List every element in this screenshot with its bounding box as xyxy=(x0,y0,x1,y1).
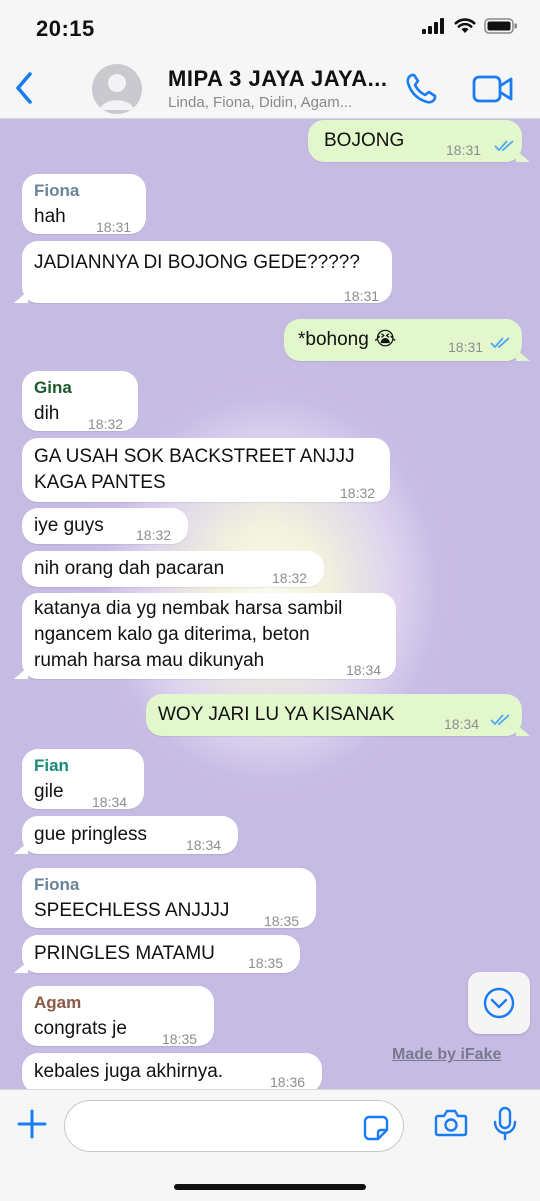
chat-header: MIPA 3 JAYA JAYA... Linda, Fiona, Didin,… xyxy=(0,58,540,119)
message-text-line: rumah harsa mau dikunyah xyxy=(34,650,265,671)
message-time: 18:32 xyxy=(272,570,308,586)
bubble-tail xyxy=(516,150,530,162)
message-time: 18:32 xyxy=(340,485,376,501)
message-incoming[interactable]: GA USAH SOK BACKSTREET ANJJJ KAGA PANTES… xyxy=(22,438,390,502)
message-incoming[interactable]: PRINGLES MATAMU 18:35 xyxy=(14,935,300,973)
message-time: 18:35 xyxy=(162,1031,198,1047)
message-outgoing[interactable]: BOJONG 18:31 xyxy=(308,120,530,162)
message-text: iye guys xyxy=(34,515,104,536)
system-icons xyxy=(422,18,518,34)
status-bar: 20:15 xyxy=(0,0,540,58)
sender-name: Fiona xyxy=(34,181,80,200)
message-time: 18:34 xyxy=(346,662,382,678)
message-text: *bohong 😭 xyxy=(298,329,397,350)
message-time: 18:32 xyxy=(136,527,172,543)
message-text-line: KAGA PANTES xyxy=(34,472,166,493)
message-incoming[interactable]: iye guys 18:32 xyxy=(22,508,188,544)
message-incoming[interactable]: Fian gile 18:34 xyxy=(22,749,144,810)
watermark: Made by iFake xyxy=(392,1046,502,1063)
message-text-line: katanya dia yg nembak harsa sambil xyxy=(34,598,343,619)
sender-name: Fiona xyxy=(34,875,80,894)
plus-icon[interactable] xyxy=(16,1108,48,1140)
avatar-placeholder-icon xyxy=(100,74,134,110)
sender-name: Agam xyxy=(34,993,82,1012)
status-time: 20:15 xyxy=(36,16,95,41)
message-text-line: GA USAH SOK BACKSTREET ANJJJ xyxy=(34,446,355,467)
message-incoming[interactable]: katanya dia yg nembak harsa sambil nganc… xyxy=(14,593,396,679)
message-time: 18:34 xyxy=(186,837,222,853)
sender-name: Fian xyxy=(34,756,69,775)
message-time: 18:32 xyxy=(88,416,124,432)
battery-icon xyxy=(484,18,517,34)
microphone-icon[interactable] xyxy=(492,1106,518,1142)
message-text: hah xyxy=(34,206,66,227)
message-time: 18:35 xyxy=(248,955,284,971)
message-text: JADIANNYA DI BOJONG GEDE????? xyxy=(34,252,360,273)
sender-name: Gina xyxy=(34,378,72,397)
bubble-tail xyxy=(14,667,28,679)
avatar[interactable] xyxy=(92,64,142,114)
sticker-icon[interactable] xyxy=(363,1115,389,1141)
message-input[interactable] xyxy=(64,1100,404,1152)
bubble-tail xyxy=(14,961,28,973)
message-time: 18:31 xyxy=(446,142,482,158)
message-text: nih orang dah pacaran xyxy=(34,558,225,579)
message-text: WOY JARI LU YA KISANAK xyxy=(158,704,395,725)
message-outgoing[interactable]: *bohong 😭 18:31 xyxy=(284,319,530,361)
bubble-tail xyxy=(14,842,28,854)
video-camera-icon[interactable] xyxy=(472,74,514,104)
message-time: 18:35 xyxy=(264,913,300,929)
message-incoming[interactable]: nih orang dah pacaran 18:32 xyxy=(22,551,324,587)
message-text: BOJONG xyxy=(324,130,405,151)
signal-icon xyxy=(422,18,444,34)
read-ticks-icon xyxy=(490,714,510,726)
message-time: 18:34 xyxy=(444,716,480,732)
group-name[interactable]: MIPA 3 JAYA JAYA... xyxy=(168,66,387,92)
bubble-tail xyxy=(516,349,530,361)
message-text: dih xyxy=(34,403,60,424)
read-ticks-icon xyxy=(490,337,510,349)
message-text: congrats je xyxy=(34,1018,127,1039)
message-text: SPEECHLESS ANJJJJ xyxy=(34,900,230,921)
message-time: 18:31 xyxy=(96,219,132,235)
home-indicator[interactable] xyxy=(174,1184,366,1190)
message-time: 18:34 xyxy=(92,794,128,810)
message-incoming[interactable]: kebales juga akhirnya. 18:36 xyxy=(22,1053,322,1089)
phone-icon[interactable] xyxy=(404,72,438,106)
message-incoming[interactable]: JADIANNYA DI BOJONG GEDE????? 18:31 xyxy=(14,241,392,304)
message-time: 18:31 xyxy=(344,288,380,304)
message-time: 18:31 xyxy=(448,339,484,355)
wifi-icon xyxy=(454,18,476,33)
scroll-down-icon xyxy=(483,987,515,1019)
message-incoming[interactable]: Gina dih 18:32 xyxy=(22,371,138,432)
message-text: gue pringless xyxy=(34,824,148,845)
group-members[interactable]: Linda, Fiona, Didin, Agam... xyxy=(168,94,352,111)
message-incoming[interactable]: Fiona SPEECHLESS ANJJJJ 18:35 xyxy=(22,868,316,929)
message-text: kebales juga akhirnya. xyxy=(34,1061,224,1082)
back-chevron-icon[interactable] xyxy=(10,68,40,108)
message-time: 18:36 xyxy=(270,1074,306,1089)
chat-area[interactable]: BOJONG 18:31 Fiona hah 18:31 JADIANNYA D… xyxy=(0,119,540,1089)
message-incoming[interactable]: gue pringless 18:34 xyxy=(14,816,238,854)
bubble-tail xyxy=(14,291,28,303)
message-text: gile xyxy=(34,781,64,802)
bubble-tail xyxy=(516,724,530,736)
message-text-line: ngancem kalo ga diterima, beton xyxy=(34,624,310,645)
message-incoming[interactable]: Agam congrats je 18:35 xyxy=(22,986,214,1047)
message-outgoing[interactable]: WOY JARI LU YA KISANAK 18:34 xyxy=(146,694,530,736)
scroll-down-button[interactable] xyxy=(468,972,530,1034)
message-incoming[interactable]: Fiona hah 18:31 xyxy=(22,174,146,235)
camera-icon[interactable] xyxy=(434,1108,468,1138)
message-text: PRINGLES MATAMU xyxy=(34,943,215,964)
read-ticks-icon xyxy=(494,140,514,152)
